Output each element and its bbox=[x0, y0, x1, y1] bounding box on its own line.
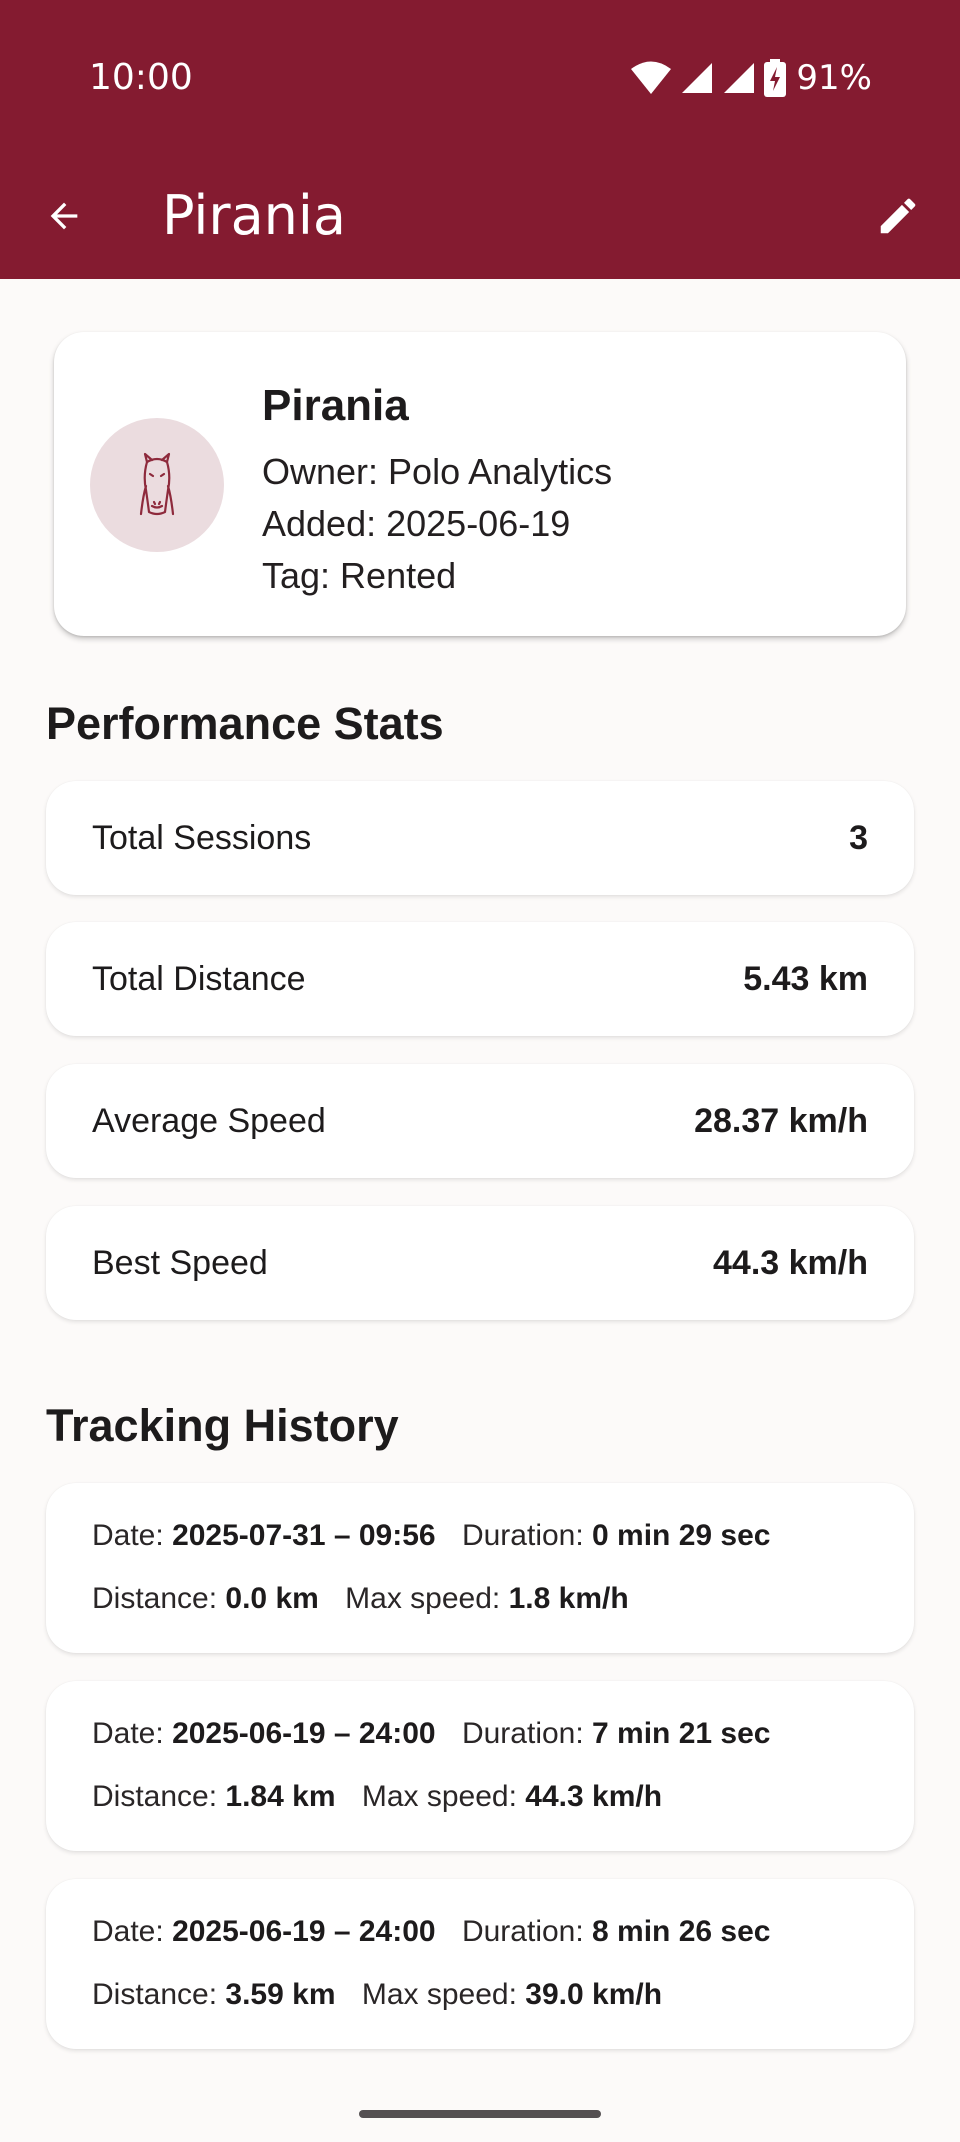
session-row-distance-speed: Distance: 0.0 km Max speed: 1.8 km/h bbox=[92, 1579, 629, 1619]
session-row-date-duration: Date: 2025-06-19 – 24:00 Duration: 7 min… bbox=[92, 1714, 770, 1754]
cell-signal-icon bbox=[724, 63, 755, 93]
session-row-date-duration: Date: 2025-07-31 – 09:56 Duration: 0 min… bbox=[92, 1516, 770, 1556]
home-indicator[interactable] bbox=[359, 2110, 601, 2118]
status-icons: 91% bbox=[630, 56, 872, 100]
stat-label: Total Sessions bbox=[92, 818, 312, 857]
battery-percent: 91% bbox=[796, 58, 872, 98]
max-speed-label: Max speed: bbox=[361, 1780, 517, 1813]
distance-label: Distance: bbox=[92, 1780, 218, 1813]
pencil-icon bbox=[880, 198, 916, 234]
avatar bbox=[90, 418, 224, 552]
session-duration: 8 min 26 sec bbox=[592, 1915, 771, 1948]
date-label: Date: bbox=[92, 1717, 164, 1750]
session-max-speed: 1.8 km/h bbox=[508, 1582, 629, 1615]
distance-label: Distance: bbox=[92, 1582, 218, 1615]
arrow-back-icon bbox=[50, 202, 78, 230]
duration-label: Duration: bbox=[461, 1519, 584, 1552]
battery-charging-icon bbox=[764, 59, 787, 97]
session-distance: 3.59 km bbox=[225, 1978, 336, 2011]
stat-value: 3 bbox=[849, 818, 868, 857]
stat-value: 28.37 km/h bbox=[694, 1101, 868, 1140]
session-max-speed: 44.3 km/h bbox=[525, 1780, 663, 1813]
duration-label: Duration: bbox=[461, 1717, 584, 1750]
stat-label: Best Speed bbox=[92, 1243, 268, 1282]
session-row-distance-speed: Distance: 1.84 km Max speed: 44.3 km/h bbox=[92, 1777, 662, 1817]
date-label: Date: bbox=[92, 1519, 164, 1552]
stat-card-best-speed: Best Speed 44.3 km/h bbox=[46, 1206, 914, 1320]
wifi-icon bbox=[631, 61, 672, 94]
max-speed-label: Max speed: bbox=[345, 1582, 501, 1615]
session-card[interactable]: Date: 2025-07-31 – 09:56 Duration: 0 min… bbox=[46, 1483, 914, 1653]
session-max-speed: 39.0 km/h bbox=[525, 1978, 663, 2011]
back-button[interactable] bbox=[28, 180, 100, 252]
session-duration: 0 min 29 sec bbox=[592, 1519, 771, 1552]
date-label: Date: bbox=[92, 1915, 164, 1948]
stat-label: Average Speed bbox=[92, 1101, 326, 1140]
session-date: 2025-06-19 – 24:00 bbox=[172, 1717, 436, 1750]
session-duration: 7 min 21 sec bbox=[592, 1717, 771, 1750]
session-card[interactable]: Date: 2025-06-19 – 24:00 Duration: 7 min… bbox=[46, 1681, 914, 1851]
page-title: Pirania bbox=[162, 184, 346, 247]
tag-text: Tag: Rented bbox=[262, 555, 457, 596]
tracking-history-title: Tracking History bbox=[46, 1400, 399, 1451]
stat-label: Total Distance bbox=[92, 959, 306, 998]
horse-head-icon bbox=[139, 452, 175, 516]
session-row-distance-speed: Distance: 3.59 km Max speed: 39.0 km/h bbox=[92, 1975, 662, 2015]
max-speed-label: Max speed: bbox=[361, 1978, 517, 2011]
app-bar: 10:00 91% Pirania bbox=[0, 0, 960, 279]
stat-card-average-speed: Average Speed 28.37 km/h bbox=[46, 1064, 914, 1178]
distance-label: Distance: bbox=[92, 1978, 218, 2011]
stat-value: 5.43 km bbox=[743, 959, 868, 998]
performance-stats-title: Performance Stats bbox=[46, 698, 444, 749]
cell-signal-icon bbox=[682, 63, 713, 93]
stat-value: 44.3 km/h bbox=[713, 1243, 868, 1282]
stat-card-total-sessions: Total Sessions 3 bbox=[46, 781, 914, 895]
session-distance: 0.0 km bbox=[225, 1582, 319, 1615]
duration-label: Duration: bbox=[461, 1915, 584, 1948]
edit-button[interactable] bbox=[862, 180, 934, 252]
session-row-date-duration: Date: 2025-06-19 – 24:00 Duration: 8 min… bbox=[92, 1912, 770, 1952]
horse-profile-card: Pirania Owner: Polo Analytics Added: 202… bbox=[54, 332, 906, 636]
session-date: 2025-06-19 – 24:00 bbox=[172, 1915, 436, 1948]
session-card[interactable]: Date: 2025-06-19 – 24:00 Duration: 8 min… bbox=[46, 1879, 914, 2049]
session-distance: 1.84 km bbox=[225, 1780, 336, 1813]
session-date: 2025-07-31 – 09:56 bbox=[172, 1519, 436, 1552]
horse-name: Pirania bbox=[262, 381, 409, 430]
added-date-text: Added: 2025-06-19 bbox=[262, 503, 571, 544]
owner-text: Owner: Polo Analytics bbox=[262, 451, 613, 492]
stat-card-total-distance: Total Distance 5.43 km bbox=[46, 922, 914, 1036]
status-time: 10:00 bbox=[89, 57, 193, 98]
